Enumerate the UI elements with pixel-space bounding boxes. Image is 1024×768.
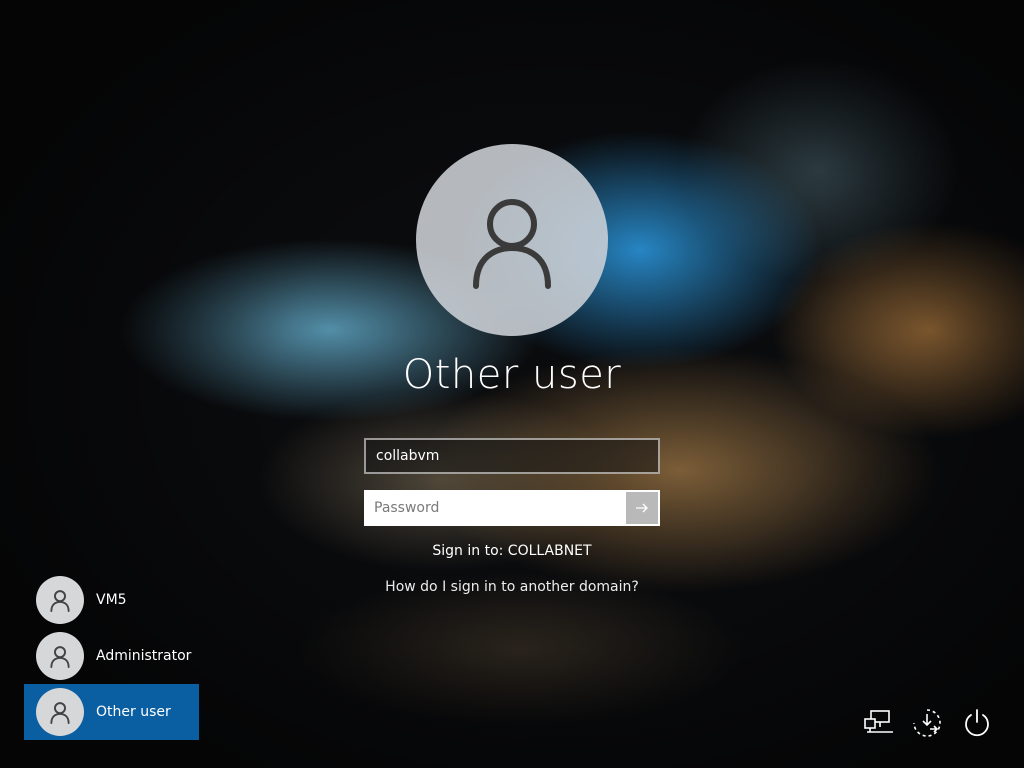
user-silhouette-icon (50, 590, 70, 612)
username-input[interactable] (364, 438, 660, 474)
user-item-label: Administrator (96, 648, 192, 664)
user-item-label: VM5 (96, 592, 127, 608)
user-item-label: Other user (96, 704, 171, 720)
user-item-administrator[interactable]: Administrator (24, 628, 199, 684)
user-item-other-user[interactable]: Other user (24, 684, 199, 740)
avatar (36, 688, 84, 736)
avatar (36, 576, 84, 624)
submit-button[interactable] (626, 492, 658, 524)
selected-user-name: Other user (402, 352, 622, 398)
system-tray (860, 702, 1000, 742)
user-silhouette-icon (50, 702, 70, 724)
user-avatar-large (416, 144, 608, 336)
another-domain-link[interactable]: How do I sign in to another domain? (312, 579, 712, 595)
password-field-group (364, 490, 660, 526)
user-silhouette-icon (50, 646, 70, 668)
login-screen: Other user Sign in to: COLLABNET How do … (0, 0, 1024, 768)
network-icon[interactable] (862, 706, 896, 740)
user-silhouette-icon (473, 199, 551, 289)
sign-in-domain-label: Sign in to: COLLABNET (432, 543, 592, 559)
power-icon[interactable] (960, 706, 994, 740)
avatar (36, 632, 84, 680)
user-switcher-list: VM5 Administrator Other user (24, 572, 199, 740)
password-input[interactable] (366, 492, 626, 524)
ease-of-access-icon[interactable] (910, 706, 944, 740)
arrow-right-icon (636, 503, 648, 513)
user-item-vm5[interactable]: VM5 (24, 572, 199, 628)
